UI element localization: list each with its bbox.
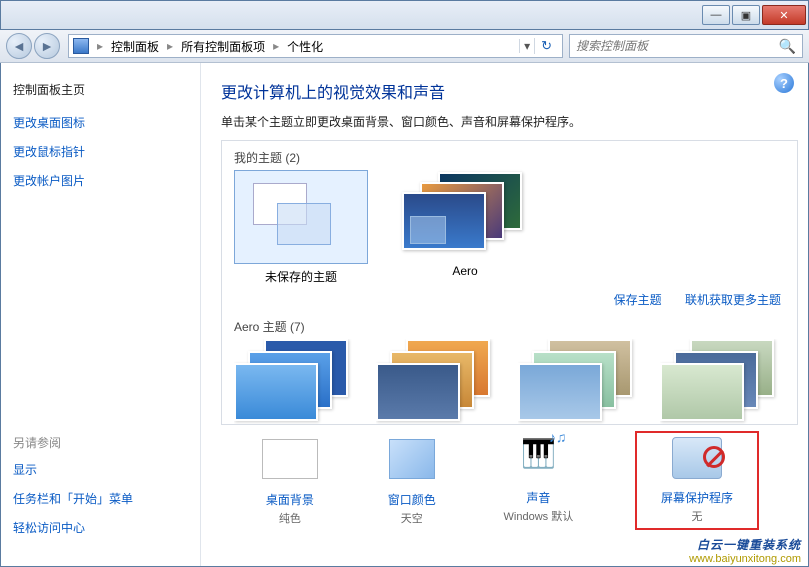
desktop-background-value: 纯色	[260, 510, 320, 526]
theme-item[interactable]	[234, 339, 354, 425]
see-also-display[interactable]: 显示	[13, 461, 133, 478]
get-online-themes-link[interactable]: 联机获取更多主题	[685, 293, 781, 307]
screensaver-value: 无	[661, 508, 733, 524]
chevron-right-icon: ▸	[165, 39, 175, 53]
theme-item[interactable]	[660, 339, 780, 425]
theme-thumb	[398, 170, 532, 264]
chevron-right-icon: ▸	[271, 39, 281, 53]
aero-themes-label: Aero 主题 (7)	[234, 318, 785, 335]
my-themes-label: 我的主题 (2)	[234, 149, 785, 166]
theme-label: Aero	[398, 264, 532, 278]
theme-item-aero[interactable]: Aero	[398, 170, 532, 285]
nav-back-button[interactable]: ◄	[6, 33, 32, 59]
aero-themes-row	[234, 339, 785, 425]
sidebar: 控制面板主页 更改桌面图标 更改鼠标指针 更改帐户图片 另请参阅 显示 任务栏和…	[1, 63, 201, 566]
window-color-icon	[389, 439, 435, 479]
breadcrumb[interactable]: 所有控制面板项	[175, 38, 271, 55]
window-color-value: 天空	[382, 510, 442, 526]
screensaver-label: 屏幕保护程序	[661, 489, 733, 506]
main-content: ? 更改计算机上的视觉效果和声音 单击某个主题立即更改桌面背景、窗口颜色、声音和…	[201, 63, 808, 566]
control-panel-icon	[73, 38, 89, 54]
screensaver-icon	[672, 437, 722, 479]
screensaver-item[interactable]: 屏幕保护程序 无	[635, 431, 759, 530]
window-body: 控制面板主页 更改桌面图标 更改鼠标指针 更改帐户图片 另请参阅 显示 任务栏和…	[0, 63, 809, 567]
theme-thumb	[234, 170, 368, 264]
see-also-taskbar[interactable]: 任务栏和「开始」菜单	[13, 490, 133, 507]
help-icon[interactable]: ?	[774, 73, 794, 93]
breadcrumb[interactable]: 控制面板	[105, 38, 165, 55]
sounds-label: 声音	[504, 489, 574, 506]
theme-item[interactable]	[376, 339, 496, 425]
navbar: ◄ ► ▸ 控制面板 ▸ 所有控制面板项 ▸ 个性化 ▾ ↻ 🔍	[0, 30, 809, 63]
refresh-icon[interactable]: ↻	[534, 38, 558, 54]
desktop-background-item[interactable]: 桌面背景 纯色	[260, 437, 320, 530]
see-also-ease-access[interactable]: 轻松访问中心	[13, 519, 133, 536]
sounds-item[interactable]: 🎹♪♫ 声音 Windows 默认	[504, 437, 574, 530]
close-button[interactable]: ✕	[762, 5, 806, 25]
nav-forward-button[interactable]: ►	[34, 33, 60, 59]
theme-item[interactable]	[518, 339, 638, 425]
maximize-button[interactable]: ▣	[732, 5, 760, 25]
sounds-value: Windows 默认	[504, 508, 574, 524]
sidebar-link-account-picture[interactable]: 更改帐户图片	[13, 172, 188, 189]
themes-pane: 我的主题 (2) 未保存的主题 Aero	[221, 140, 798, 425]
chevron-right-icon: ▸	[95, 39, 105, 53]
search-input[interactable]	[576, 39, 779, 53]
prohibit-icon	[703, 446, 725, 468]
search-box[interactable]: 🔍	[569, 34, 803, 58]
sounds-icon: 🎹♪♫	[508, 437, 568, 483]
breadcrumb[interactable]: 个性化	[281, 38, 329, 55]
page-description: 单击某个主题立即更改桌面背景、窗口颜色、声音和屏幕保护程序。	[221, 113, 798, 130]
sidebar-link-mouse-pointer[interactable]: 更改鼠标指针	[13, 143, 188, 160]
see-also-label: 另请参阅	[13, 434, 133, 451]
page-title: 更改计算机上的视觉效果和声音	[221, 79, 798, 103]
window-color-item[interactable]: 窗口颜色 天空	[382, 437, 442, 530]
sidebar-link-desktop-icons[interactable]: 更改桌面图标	[13, 114, 188, 131]
window-color-label: 窗口颜色	[382, 491, 442, 508]
bottom-settings-row: 桌面背景 纯色 窗口颜色 天空 🎹♪♫ 声音 Windows 默认 屏幕保护程序…	[221, 437, 798, 530]
theme-item-unsaved[interactable]: 未保存的主题	[234, 170, 368, 285]
sidebar-home[interactable]: 控制面板主页	[13, 81, 188, 98]
titlebar: — ▣ ✕	[0, 0, 809, 30]
address-dropdown-icon[interactable]: ▾	[519, 39, 534, 53]
search-icon[interactable]: 🔍	[779, 38, 796, 55]
desktop-background-label: 桌面背景	[260, 491, 320, 508]
save-theme-link[interactable]: 保存主题	[614, 293, 662, 307]
desktop-background-icon	[262, 439, 318, 479]
minimize-button[interactable]: —	[702, 5, 730, 25]
theme-actions: 保存主题 联机获取更多主题	[238, 291, 781, 308]
address-bar[interactable]: ▸ 控制面板 ▸ 所有控制面板项 ▸ 个性化 ▾ ↻	[68, 34, 563, 58]
theme-label: 未保存的主题	[234, 268, 368, 285]
